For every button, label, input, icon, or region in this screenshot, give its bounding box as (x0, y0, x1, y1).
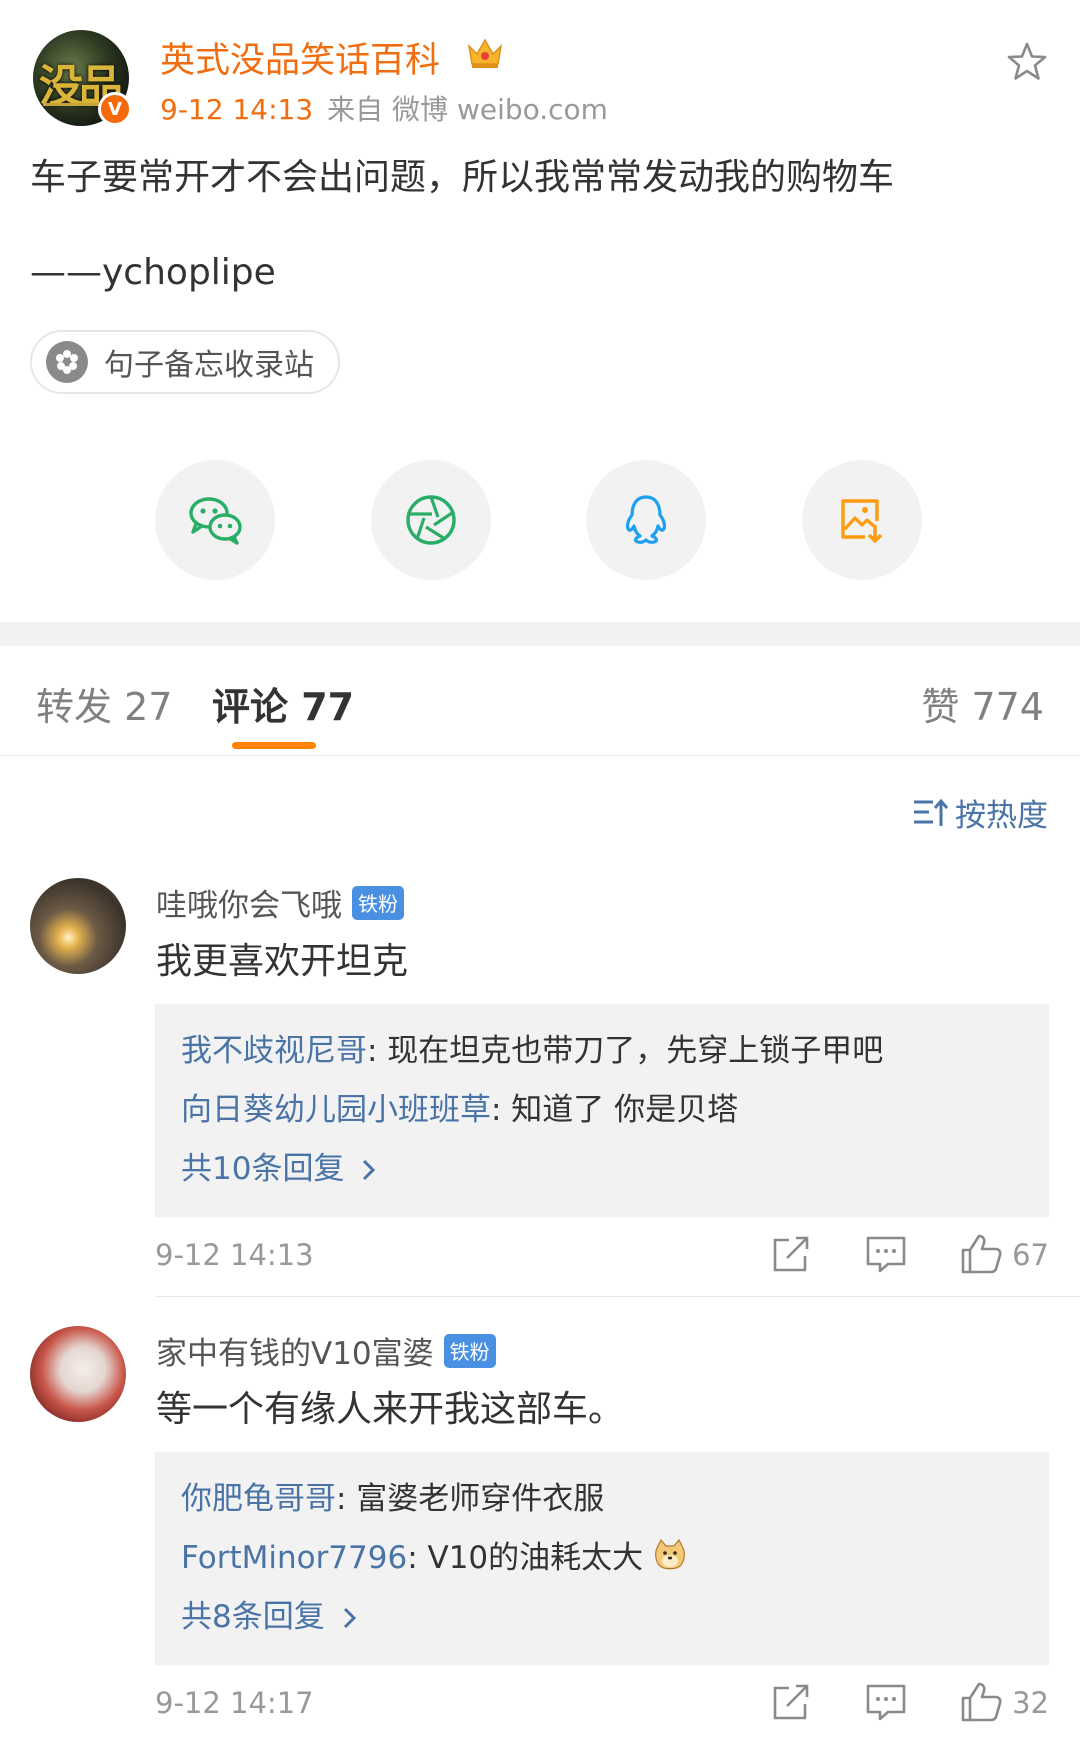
verified-badge: V (98, 92, 132, 126)
repost-icon[interactable] (769, 1232, 813, 1276)
sort-icon (914, 798, 949, 826)
like-icon[interactable] (959, 1232, 1003, 1276)
comment-time: 9-12 14:13 (155, 1238, 314, 1272)
share-moments-button[interactable] (371, 460, 491, 580)
moments-icon (406, 495, 456, 545)
post-meta: 9-12 14:13 来自 微博 weibo.com (160, 88, 608, 128)
post-header: 没品 V 英式没品笑话百科 9-12 14:13 来自 微博 weibo.com (0, 0, 1080, 140)
tab-comments[interactable]: 评论 77 (212, 676, 354, 731)
commenter-avatar[interactable] (30, 878, 126, 974)
reply-user[interactable]: 我不歧视尼哥 (181, 1033, 367, 1069)
qq-icon (625, 495, 667, 544)
commenter-avatar[interactable] (30, 1326, 126, 1422)
share-qq-button[interactable] (586, 460, 706, 580)
comment-icon[interactable] (864, 1680, 908, 1724)
reply-text: : 知道了 你是贝塔 (491, 1092, 739, 1128)
reply-item: FortMinor7796: V10的油耗太大 (181, 1529, 1023, 1588)
reply-item: 我不歧视尼哥: 现在坦克也带刀了，先穿上锁子甲吧 (181, 1022, 1023, 1081)
share-wechat-button[interactable] (155, 460, 275, 580)
crown-icon (467, 38, 503, 68)
author-name[interactable]: 英式没品笑话百科 (160, 32, 440, 83)
reply-box[interactable]: 你肥龟哥哥: 富婆老师穿件衣服 FortMinor7796: V10的油耗太大 … (155, 1452, 1049, 1665)
reply-user[interactable]: 你肥龟哥哥 (181, 1481, 336, 1517)
repost-icon[interactable] (769, 1680, 813, 1724)
comment-text: 我更喜欢开坦克 (156, 941, 409, 982)
wechat-icon (189, 497, 242, 545)
comment-time: 9-12 14:17 (155, 1686, 314, 1720)
reply-user[interactable]: FortMinor7796 (181, 1540, 407, 1576)
reply-text: : 富婆老师穿件衣服 (336, 1481, 605, 1517)
sort-toggle[interactable]: 按热度 (911, 790, 1048, 835)
topic-chip[interactable]: 句子备忘收录站 (30, 330, 340, 394)
comment-footer: 9-12 14:17 32 (155, 1680, 1049, 1730)
comment-icon[interactable] (864, 1232, 908, 1276)
share-row (0, 460, 1080, 580)
fan-badge: 铁粉 (352, 885, 404, 920)
save-image-icon (841, 499, 883, 543)
post-time: 9-12 14:13 (160, 93, 314, 126)
post-source: 来自 微博 weibo.com (327, 93, 608, 126)
flower-icon (46, 341, 88, 383)
reply-item: 你肥龟哥哥: 富婆老师穿件衣服 (181, 1470, 1023, 1529)
more-replies-link[interactable]: 共10条回复 (181, 1140, 1023, 1199)
favorite-star-icon[interactable] (1005, 40, 1049, 84)
sort-label: 按热度 (955, 798, 1048, 834)
interaction-tabs: 转发 27 评论 77 赞 774 (0, 646, 1080, 756)
doge-emoji-icon (655, 1538, 685, 1570)
post-attribution: ——ychoplipe (30, 252, 276, 293)
reply-item: 向日葵幼儿园小班班草: 知道了 你是贝塔 (181, 1081, 1023, 1140)
reply-box[interactable]: 我不歧视尼哥: 现在坦克也带刀了，先穿上锁子甲吧 向日葵幼儿园小班班草: 知道了… (155, 1004, 1049, 1217)
like-icon[interactable] (959, 1680, 1003, 1724)
fan-badge: 铁粉 (443, 1333, 496, 1368)
like-count: 32 (1012, 1686, 1049, 1720)
active-tab-indicator (232, 742, 316, 749)
tab-repost[interactable]: 转发 27 (36, 676, 172, 731)
comment-divider (155, 1296, 1080, 1297)
reply-text: : V10的油耗太大 (407, 1540, 644, 1576)
reply-text: : 现在坦克也带刀了，先穿上锁子甲吧 (367, 1033, 884, 1069)
like-count: 67 (1012, 1238, 1049, 1272)
chevron-right-icon (363, 1159, 376, 1180)
more-replies-link[interactable]: 共8条回复 (181, 1588, 1023, 1647)
reply-user[interactable]: 向日葵幼儿园小班班草 (181, 1092, 491, 1128)
post-text: 车子要常开才不会出问题，所以我常常发动我的购物车 (30, 157, 895, 198)
comment-footer: 9-12 14:13 67 (155, 1232, 1049, 1282)
chevron-right-icon (343, 1607, 356, 1628)
topic-label: 句子备忘收录站 (104, 348, 314, 383)
tab-likes[interactable]: 赞 774 (921, 676, 1044, 731)
section-divider (0, 622, 1080, 646)
save-image-button[interactable] (802, 460, 922, 580)
comment-text: 等一个有缘人来开我这部车。 (156, 1389, 625, 1430)
commenter-name[interactable]: 哇哦你会飞哦 铁粉 (156, 880, 404, 925)
commenter-name[interactable]: 家中有钱的V10富婆 铁粉 (156, 1328, 496, 1373)
